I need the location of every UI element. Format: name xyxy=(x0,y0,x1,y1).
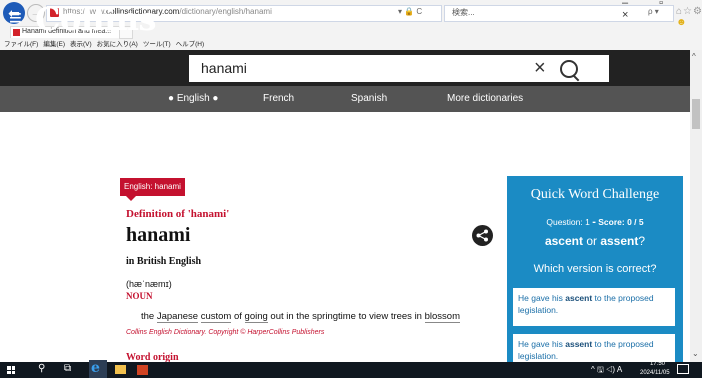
clock-date[interactable]: 2024/11/05 xyxy=(640,370,670,376)
challenge-prompt: Which version is correct? xyxy=(533,263,657,275)
tab-favicon-icon xyxy=(13,29,20,36)
definition-text: the Japanese custom of going out in the … xyxy=(141,311,460,323)
definition-heading: Definition of 'hanami' xyxy=(126,208,230,220)
windows-start-icon[interactable] xyxy=(7,366,15,374)
address-controls[interactable]: ▾ 🔒 C xyxy=(398,7,422,16)
system-tray[interactable]: ^ 🖫 ◁) A xyxy=(591,364,622,378)
menu-file[interactable]: ファイル(F) xyxy=(4,41,38,48)
link-japanese[interactable]: Japanese xyxy=(156,311,199,323)
window-controls[interactable]: – ▫ × xyxy=(622,0,702,21)
copyright-note: Collins English Dictionary. Copyright © … xyxy=(126,329,325,336)
tab-english[interactable]: ● English ● xyxy=(168,93,218,104)
taskbar-search-icon[interactable]: ⚲ xyxy=(38,363,45,374)
part-of-speech: NOUN xyxy=(126,291,153,301)
entry-tag-arrow xyxy=(126,196,136,201)
menu-favorites[interactable]: お気に入り(A) xyxy=(97,41,138,48)
menu-help[interactable]: ヘルプ(H) xyxy=(176,41,205,48)
variety-label: in British English xyxy=(126,256,202,267)
headword: hanami xyxy=(126,224,191,246)
challenge-title: Quick Word Challenge xyxy=(530,187,660,202)
scrollbar-thumb[interactable] xyxy=(692,99,700,129)
challenge-option-1[interactable]: He gave his ascent to the proposed legis… xyxy=(513,288,675,326)
dictionary-search-input[interactable] xyxy=(189,55,609,82)
clock-time[interactable]: 17:50 xyxy=(650,361,665,367)
scroll-up-icon[interactable]: ^ xyxy=(692,52,696,61)
share-icon xyxy=(476,229,488,242)
menu-edit[interactable]: 編集(E) xyxy=(43,41,65,48)
pronunciation: (hæˈnæmɪ) xyxy=(126,279,172,289)
tab-french[interactable]: French xyxy=(263,93,294,104)
tab-more-dictionaries[interactable]: More dictionaries xyxy=(447,93,523,104)
link-going[interactable]: going xyxy=(244,311,268,323)
clear-search-icon[interactable]: × xyxy=(534,56,546,80)
browser-search-placeholder: 検索... xyxy=(452,8,475,17)
internet-explorer-icon[interactable]: e xyxy=(91,360,100,376)
share-button[interactable] xyxy=(472,225,493,246)
link-custom[interactable]: custom xyxy=(200,311,232,323)
challenge-score: Question: 1 - Score: 0 / 5 xyxy=(546,216,644,228)
file-explorer-icon[interactable] xyxy=(115,365,126,374)
menu-bar: ファイル(F) 編集(E) 表示(V) お気に入り(A) ツール(T) ヘルプ(H) xyxy=(4,38,209,48)
powerpoint-icon[interactable] xyxy=(137,365,148,375)
challenge-question: ascent or assent? xyxy=(544,234,646,248)
menu-view[interactable]: 表示(V) xyxy=(70,41,92,48)
scrollbar[interactable] xyxy=(690,50,702,362)
language-bar xyxy=(0,86,690,112)
collins-logo[interactable]: Collins xyxy=(35,0,157,38)
entry-tag: English: hanami xyxy=(120,178,185,196)
link-blossom[interactable]: blossom xyxy=(424,311,460,323)
challenge-option-2[interactable]: He gave his assent to the proposed legis… xyxy=(513,334,675,362)
hamburger-menu-icon[interactable]: ≡ xyxy=(9,6,22,30)
task-view-icon[interactable]: ⧉ xyxy=(64,363,71,374)
scroll-down-icon[interactable]: ⌄ xyxy=(692,349,699,358)
search-query-text[interactable]: hanami xyxy=(201,60,247,76)
tab-spanish[interactable]: Spanish xyxy=(351,93,387,104)
notification-icon[interactable] xyxy=(677,364,689,374)
menu-tools[interactable]: ツール(T) xyxy=(143,41,171,48)
